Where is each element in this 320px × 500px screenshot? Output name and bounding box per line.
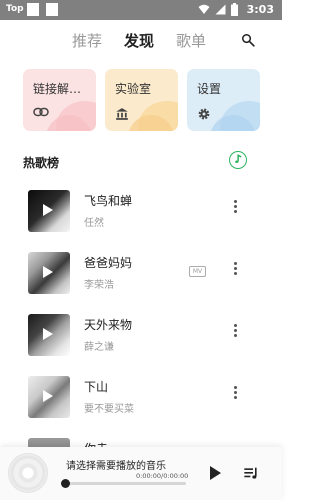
play-icon <box>43 328 53 340</box>
album-cover <box>28 252 70 294</box>
player-time: 0:00:00/0:00:00 <box>136 472 189 480</box>
status-time: 3:03 <box>246 3 274 16</box>
list-item[interactable]: 天外来物 薛之谦 <box>0 314 282 370</box>
settings-card[interactable]: 设置 <box>187 69 260 131</box>
status-bar: Top 3:03 <box>0 0 282 20</box>
playlist-icon[interactable] <box>243 465 259 481</box>
search-icon[interactable] <box>241 33 255 47</box>
notification-icon <box>27 3 39 16</box>
status-app-label: Top <box>6 4 24 14</box>
bank-icon <box>116 108 128 120</box>
progress-handle[interactable] <box>61 479 70 488</box>
lab-card[interactable]: 实验室 <box>105 69 178 131</box>
progress-track[interactable] <box>64 482 186 485</box>
song-title: 飞鸟和蝉 <box>84 194 133 208</box>
song-artist: 任然 <box>84 218 104 229</box>
music-note-icon <box>235 154 242 163</box>
list-item[interactable]: 爸爸妈妈 李荣浩 MV <box>0 252 282 308</box>
more-options-icon[interactable] <box>229 198 241 222</box>
link-parse-card[interactable]: 链接解… <box>23 69 96 131</box>
player-title: 请选择需要播放的音乐 <box>66 461 166 472</box>
gear-icon <box>198 108 210 120</box>
tab-playlist[interactable]: 歌单 <box>176 30 206 51</box>
song-title: 爸爸妈妈 <box>84 256 133 270</box>
card-label: 设置 <box>197 82 222 96</box>
play-icon <box>43 204 53 216</box>
status-icons: 3:03 <box>198 3 274 16</box>
list-item[interactable]: 下山 要不要买菜 <box>0 376 282 432</box>
section-title: 热歌榜 <box>23 156 60 170</box>
card-label: 链接解… <box>33 82 82 96</box>
mini-player[interactable]: 请选择需要播放的音乐 0:00:00/0:00:00 <box>0 447 282 500</box>
play-icon <box>43 390 53 402</box>
album-cover <box>28 314 70 356</box>
disc-cover[interactable] <box>8 453 48 493</box>
notification-icon-2 <box>46 3 58 16</box>
more-options-icon[interactable] <box>229 260 241 284</box>
card-label: 实验室 <box>115 82 152 96</box>
more-options-icon[interactable] <box>229 322 241 346</box>
album-cover <box>28 376 70 418</box>
tab-recommend[interactable]: 推荐 <box>72 30 102 51</box>
song-artist: 李荣浩 <box>84 280 114 291</box>
song-artist: 薛之谦 <box>84 342 114 353</box>
song-title: 天外来物 <box>84 318 133 332</box>
song-artist: 要不要买菜 <box>84 404 134 415</box>
top-tabs: 推荐 发现 歌单 <box>72 30 206 51</box>
mv-badge[interactable]: MV <box>189 266 206 277</box>
wifi-icon <box>198 4 210 14</box>
link-icon <box>33 107 49 117</box>
play-icon <box>43 266 53 278</box>
more-options-icon[interactable] <box>229 384 241 408</box>
list-item[interactable]: 飞鸟和蝉 任然 <box>0 190 282 246</box>
album-cover <box>28 190 70 232</box>
tab-discover[interactable]: 发现 <box>124 30 154 51</box>
battery-icon <box>230 3 238 16</box>
play-button[interactable] <box>209 465 222 481</box>
song-title: 下山 <box>84 380 109 394</box>
music-note-button[interactable] <box>229 151 247 169</box>
signal-icon <box>215 4 226 15</box>
